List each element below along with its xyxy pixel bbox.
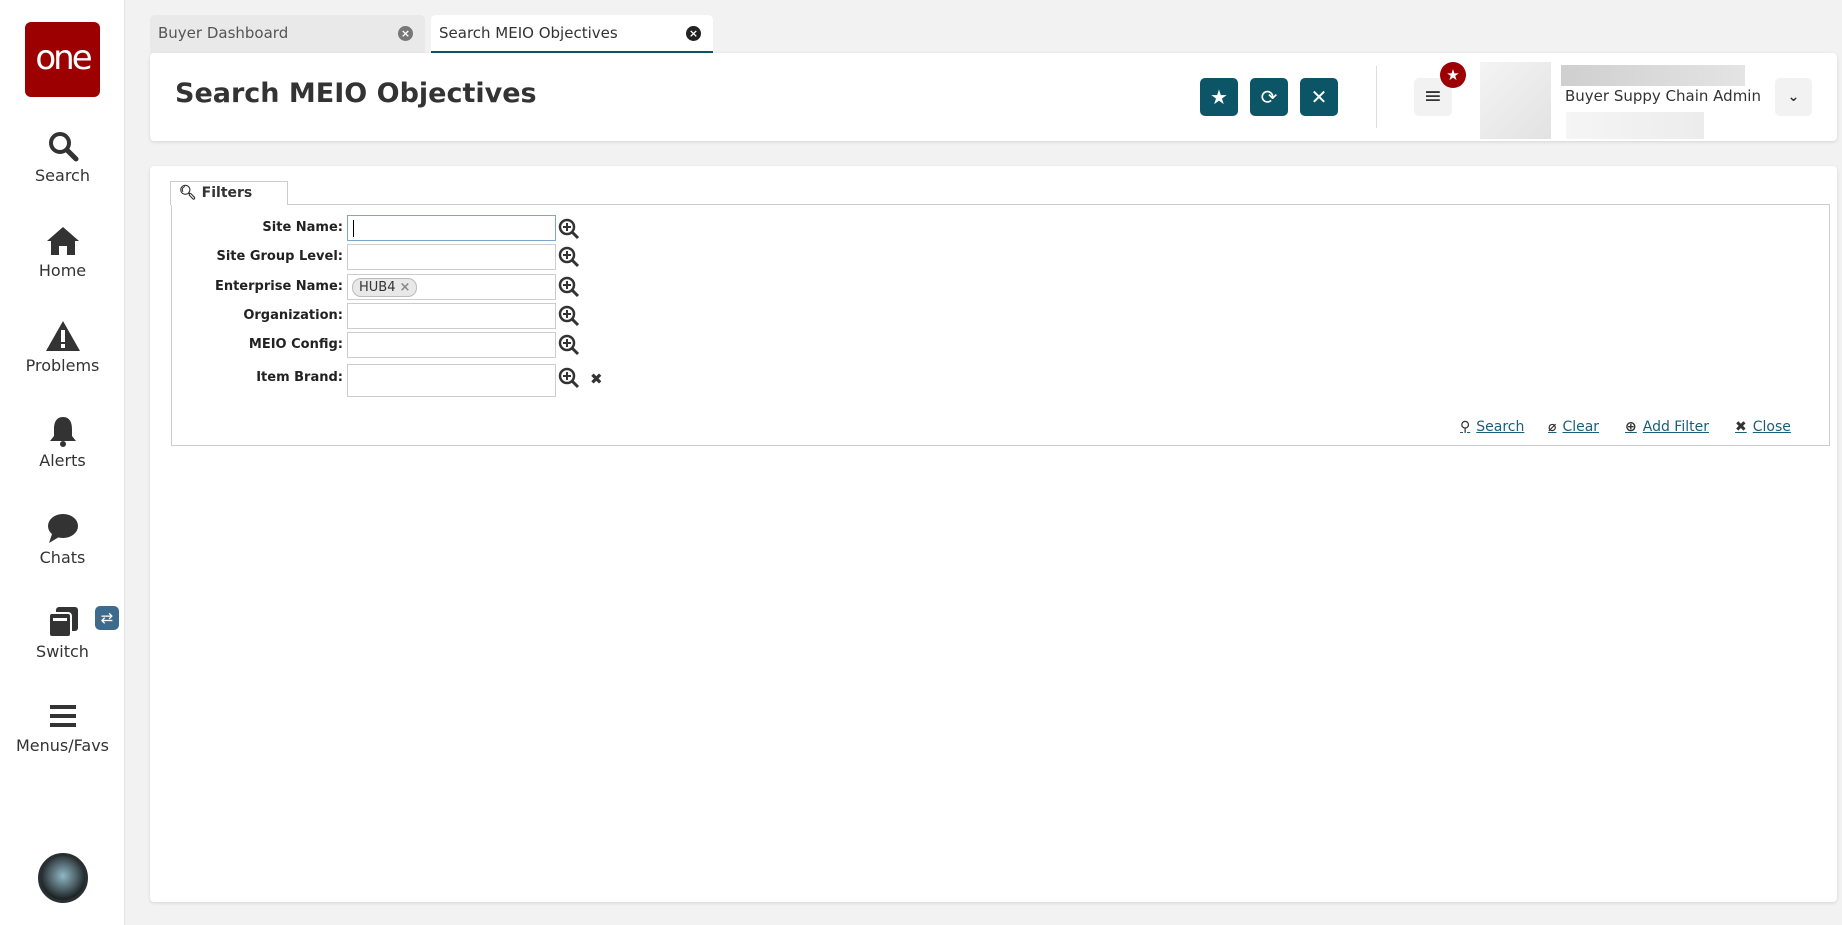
sidebar-item-label: Alerts (39, 451, 86, 470)
favorite-button[interactable]: ★ (1200, 78, 1238, 116)
enterprise-chip: HUB4 × (352, 278, 418, 297)
tab-buyer-dashboard[interactable]: Buyer Dashboard × (150, 15, 425, 53)
meio-config-label: MEIO Config: (248, 337, 343, 352)
switch-arrows-icon[interactable]: ⇄ (95, 606, 119, 630)
divider (1376, 66, 1377, 128)
refresh-icon: ⟳ (1260, 85, 1278, 109)
enterprise-name-label: Enterprise Name: (214, 279, 343, 294)
plus-circle-icon: ⊕ (1625, 419, 1637, 435)
filters-tab[interactable]: 🔍︎ Filters (170, 181, 288, 205)
sidebar-item-alerts[interactable]: Alerts (0, 415, 125, 470)
user-avatar[interactable] (38, 853, 88, 903)
broom-icon: ⌀ (1548, 419, 1557, 435)
search-link[interactable]: ⚲ Search (1460, 419, 1524, 435)
close-icon: ✕ (1310, 85, 1328, 109)
item-brand-label: Item Brand: (256, 370, 343, 385)
item-brand-input[interactable] (347, 364, 556, 397)
sidebar-item-label: Home (38, 261, 87, 280)
close-icon: ✖ (1735, 419, 1747, 435)
sidebar-item-menus-favs[interactable]: Menus/Favs (0, 700, 125, 755)
page-title: Search MEIO Objectives (175, 78, 537, 109)
home-icon (46, 227, 79, 255)
sidebar-item-search[interactable]: Search (0, 130, 125, 185)
close-tab-icon[interactable]: × (398, 26, 413, 41)
organization-label: Organization: (243, 308, 343, 323)
user-photo (1480, 62, 1551, 139)
bell-icon (49, 417, 76, 447)
sidebar-item-problems[interactable]: Problems (0, 320, 125, 375)
menu-icon: ≡ (1423, 84, 1443, 109)
zoom-lookup-icon[interactable] (558, 246, 580, 268)
sidebar-item-label: Chats (39, 548, 86, 567)
sidebar-item-label: Search (35, 166, 90, 185)
remove-filter-icon[interactable]: ✖ (590, 370, 603, 388)
tab-label: Buyer Dashboard (158, 24, 289, 42)
sidebar: one Search Home Problems Alerts Chats Sw… (0, 0, 125, 925)
tab-label: Search MEIO Objectives (439, 24, 618, 42)
close-button[interactable]: ✕ (1300, 78, 1338, 116)
remove-chip-icon[interactable]: × (399, 280, 410, 295)
star-icon: ★ (1210, 85, 1228, 109)
zoom-lookup-icon[interactable] (558, 334, 580, 356)
sidebar-item-label: Problems (25, 356, 100, 375)
menu-icon (49, 705, 76, 727)
site-name-input[interactable] (347, 215, 556, 241)
switch-icon (47, 607, 78, 638)
zoom-lookup-icon[interactable] (558, 305, 580, 327)
search-icon (48, 132, 78, 162)
search-icon: ⚲ (1460, 419, 1471, 435)
chat-icon (47, 514, 78, 543)
favorites-star-badge-icon[interactable]: ★ (1440, 62, 1466, 88)
tab-search-meio-objectives[interactable]: Search MEIO Objectives × (431, 15, 713, 53)
organization-input[interactable] (347, 303, 556, 329)
user-dropdown-button[interactable]: ⌄ (1775, 78, 1812, 116)
close-tab-icon[interactable]: × (686, 26, 701, 41)
sidebar-item-home[interactable]: Home (0, 225, 125, 280)
search-icon: 🔍︎ (179, 185, 197, 201)
chevron-down-icon: ⌄ (1787, 89, 1800, 105)
sidebar-item-chats[interactable]: Chats (0, 512, 125, 567)
close-filters-link[interactable]: ✖ Close (1735, 419, 1791, 435)
sidebar-item-label: Switch (36, 642, 89, 661)
site-group-level-input[interactable] (347, 244, 556, 270)
warning-icon (45, 321, 80, 351)
sidebar-item-label: Menus/Favs (16, 736, 109, 755)
app-logo[interactable]: one (25, 22, 100, 97)
filters-tab-label: Filters (201, 185, 253, 201)
enterprise-name-input[interactable]: HUB4 × (347, 274, 556, 300)
user-role: Buyer Suppy Chain Admin (1565, 87, 1761, 105)
refresh-button[interactable]: ⟳ (1250, 78, 1288, 116)
user-org-redacted (1566, 112, 1704, 139)
zoom-lookup-icon[interactable] (558, 218, 580, 240)
zoom-lookup-icon[interactable] (558, 276, 580, 298)
site-name-label: Site Name: (262, 220, 343, 235)
user-name-redacted (1561, 65, 1745, 86)
site-group-level-label: Site Group Level: (216, 249, 343, 264)
add-filter-link[interactable]: ⊕ Add Filter (1625, 419, 1709, 435)
zoom-lookup-icon[interactable] (558, 367, 580, 389)
meio-config-input[interactable] (347, 332, 556, 358)
clear-link[interactable]: ⌀ Clear (1548, 419, 1599, 435)
